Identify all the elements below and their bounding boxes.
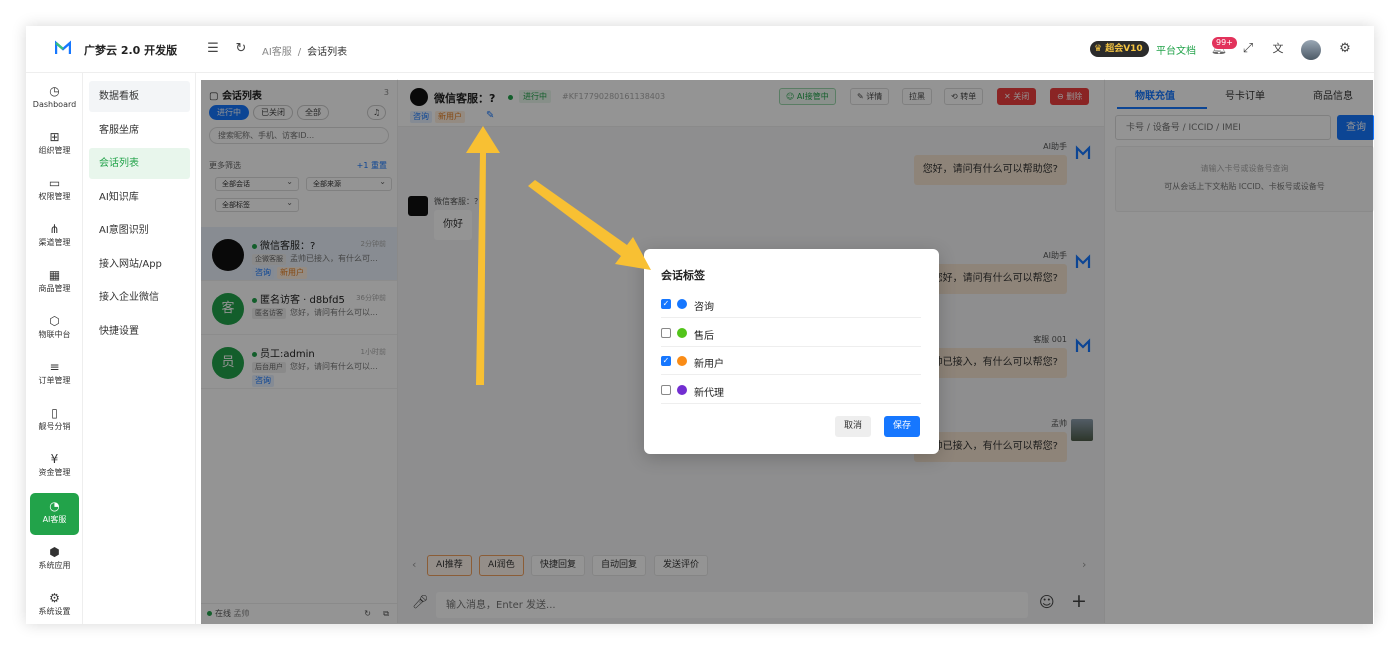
annotation-arrow-up (466, 126, 500, 385)
annotation-arrows (466, 126, 651, 385)
annotation-arrow-right (528, 180, 651, 270)
